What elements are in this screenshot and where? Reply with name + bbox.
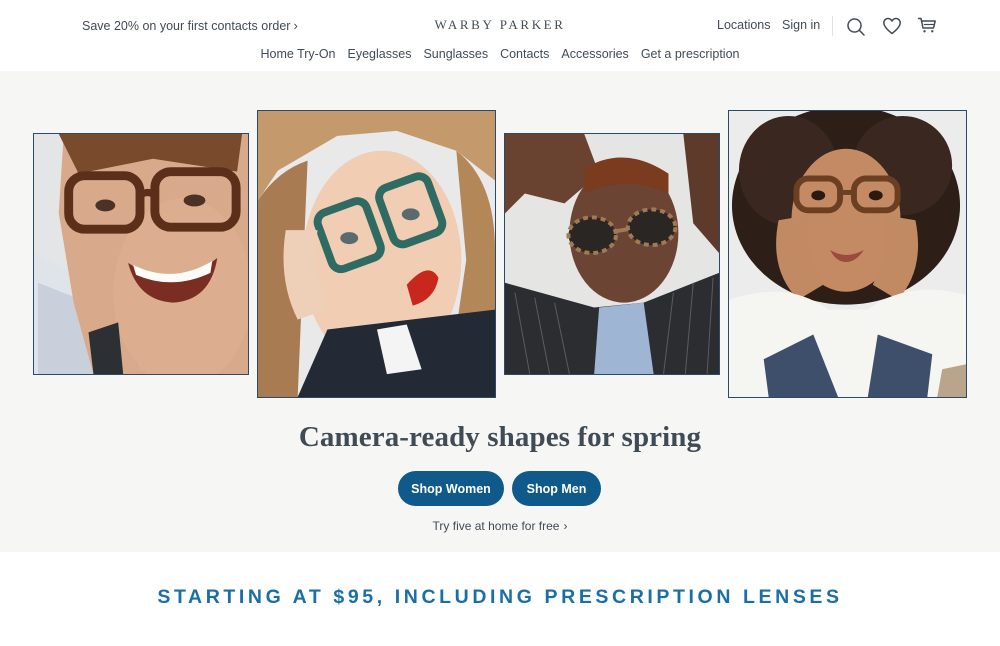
hero-photo-man-tortoise-glasses[interactable] (33, 133, 249, 375)
chevron-right-icon: › (563, 519, 568, 533)
shop-women-button[interactable]: Shop Women (398, 471, 504, 506)
divider (832, 16, 833, 36)
nav-item-home-try-on[interactable]: Home Try-On (261, 47, 336, 61)
main-nav: Home Try-On Eyeglasses Sunglasses Contac… (0, 47, 1000, 61)
search-icon[interactable] (845, 16, 867, 38)
locations-link[interactable]: Locations (717, 18, 771, 32)
site-header: Save 20% on your first contacts order › W… (0, 0, 1000, 71)
hero-headline: Camera-ready shapes for spring (298, 421, 702, 453)
try-five-link[interactable]: Try five at home for free › (0, 519, 1000, 533)
heart-icon[interactable] (881, 15, 903, 37)
cart-icon[interactable] (916, 14, 938, 36)
hero-photo-woman-curly-hair[interactable] (728, 110, 967, 398)
pricing-banner: STARTING AT $95, INCLUDING PRESCRIPTION … (157, 586, 843, 608)
nav-item-get-prescription[interactable]: Get a prescription (641, 47, 740, 61)
try-five-text: Try five at home for free (432, 519, 560, 533)
nav-item-eyeglasses[interactable]: Eyeglasses (348, 47, 412, 61)
nav-item-accessories[interactable]: Accessories (561, 47, 628, 61)
hero-photo-woman-green-glasses[interactable] (257, 110, 496, 398)
nav-item-sunglasses[interactable]: Sunglasses (423, 47, 488, 61)
hero-photo-man-sunglasses[interactable] (504, 133, 720, 375)
shop-men-button[interactable]: Shop Men (512, 471, 601, 506)
nav-item-contacts[interactable]: Contacts (500, 47, 549, 61)
hero-section: Camera-ready shapes for spring Shop Wome… (0, 71, 1000, 552)
sign-in-link[interactable]: Sign in (782, 18, 820, 32)
